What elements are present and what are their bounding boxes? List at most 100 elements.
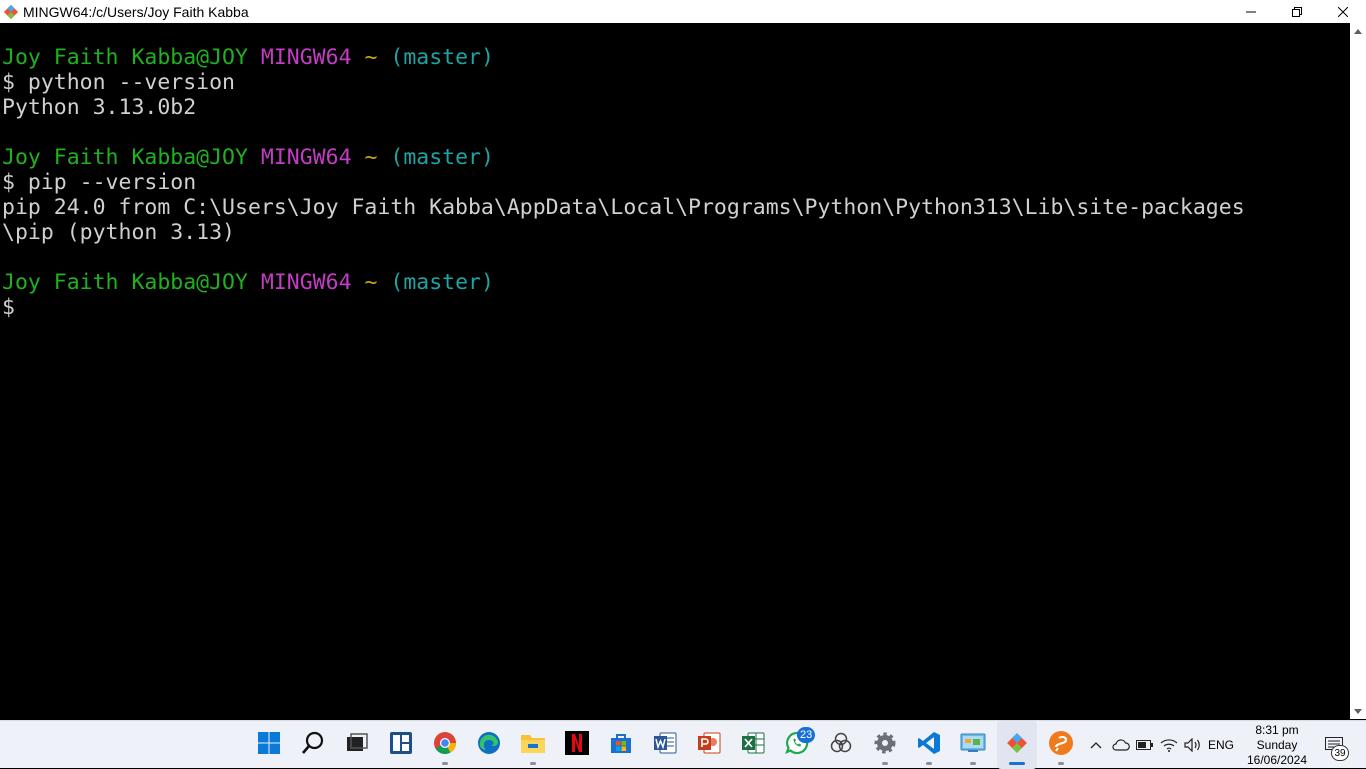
- taskbar-app-sublime[interactable]: [1041, 721, 1081, 769]
- settings-icon: [873, 731, 897, 760]
- prompt-branch: (master): [390, 145, 494, 170]
- file-explorer-icon: [520, 731, 546, 760]
- prompt-system: MINGW64: [260, 145, 352, 170]
- taskbar-app-windows-start[interactable]: [249, 721, 289, 769]
- taskbar-app-chrome[interactable]: [425, 721, 465, 769]
- widgets-icon: [389, 731, 413, 760]
- prompt-path: ~: [364, 270, 378, 295]
- running-indicator: [1009, 762, 1025, 765]
- battery-button[interactable]: [1134, 721, 1156, 769]
- prompt-branch: (master): [390, 270, 494, 295]
- battery-icon: [1136, 740, 1153, 750]
- prompt-system: MINGW64: [260, 45, 352, 70]
- taskbar-app-microsoft-store[interactable]: [601, 721, 641, 769]
- taskbar-app-netflix[interactable]: [557, 721, 597, 769]
- taskbar-app-settings[interactable]: [865, 721, 905, 769]
- taskbar-app-powerpoint[interactable]: [689, 721, 729, 769]
- taskbar-app-git-bash[interactable]: [997, 721, 1037, 769]
- running-indicator: [1058, 762, 1064, 765]
- command-text: $ pip --version: [2, 170, 197, 195]
- scroll-down-icon[interactable]: [1354, 709, 1362, 714]
- speaker-icon: [1184, 738, 1200, 752]
- chevron-up-icon: [1090, 742, 1102, 749]
- prompt-system: MINGW64: [260, 270, 352, 295]
- netflix-icon: [565, 730, 589, 760]
- terminal-line: Joy Faith Kabba@JOY MINGW64 ~ (master): [2, 145, 1350, 170]
- terminal-output[interactable]: Joy Faith Kabba@JOY MINGW64 ~ (master) $ …: [0, 23, 1350, 719]
- onedrive-button[interactable]: [1110, 721, 1132, 769]
- command-text: $: [2, 295, 15, 320]
- window-title: MINGW64:/c/Users/Joy Faith Kabba: [23, 3, 249, 20]
- windows-start-icon: [257, 731, 281, 760]
- clock-day: Sunday: [1256, 737, 1298, 752]
- terminal-line: $: [2, 295, 1350, 320]
- microsoft-store-icon: [609, 731, 633, 760]
- terminal-line: \pip (python 3.13): [2, 220, 1350, 245]
- running-indicator: [926, 762, 932, 765]
- clock-time: 8:31 pm: [1255, 722, 1299, 737]
- prompt-user-host: Joy Faith Kabba@JOY: [2, 270, 248, 295]
- taskbar-app-file-explorer[interactable]: [513, 721, 553, 769]
- edge-icon: [477, 731, 501, 760]
- powerpoint-icon: [697, 731, 721, 760]
- search-icon: [301, 731, 325, 760]
- prompt-path: ~: [364, 145, 378, 170]
- running-indicator: [442, 762, 448, 765]
- sublime-icon: [1048, 730, 1074, 761]
- command-text: $ python --version: [2, 70, 235, 95]
- terminal-line: $ pip --version: [2, 170, 1350, 195]
- running-indicator: [882, 762, 888, 765]
- excel-icon: [741, 731, 765, 760]
- vscode-icon: [917, 731, 941, 760]
- task-view-icon: [345, 731, 369, 760]
- running-indicator: [530, 762, 536, 765]
- prompt-path: ~: [364, 45, 378, 70]
- close-button[interactable]: [1320, 0, 1366, 23]
- taskbar-app-copilot[interactable]: [821, 721, 861, 769]
- language-indicator[interactable]: ENG: [1206, 721, 1236, 769]
- minimize-icon: [1246, 11, 1256, 12]
- notification-count-badge: 39: [1331, 745, 1349, 761]
- wifi-button[interactable]: [1158, 721, 1180, 769]
- terminal-line: Python 3.13.0b2: [2, 95, 1350, 120]
- copilot-icon: [829, 731, 853, 760]
- taskbar: 23 ENG 8:31 pm Sunday 16/06/2024 39: [0, 720, 1366, 769]
- terminal-line: pip 24.0 from C:\Users\Joy Faith Kabba\A…: [2, 195, 1350, 220]
- restore-button[interactable]: [1274, 0, 1320, 23]
- terminal-line: $ python --version: [2, 70, 1350, 95]
- scroll-up-icon[interactable]: [1354, 29, 1362, 34]
- taskbar-app-vscode[interactable]: [909, 721, 949, 769]
- prompt-user-host: Joy Faith Kabba@JOY: [2, 145, 248, 170]
- taskbar-app-task-view[interactable]: [337, 721, 377, 769]
- terminal-line: Joy Faith Kabba@JOY MINGW64 ~ (master): [2, 270, 1350, 295]
- terminal-line: Joy Faith Kabba@JOY MINGW64 ~ (master): [2, 45, 1350, 70]
- taskbar-app-control-panel[interactable]: [953, 721, 993, 769]
- taskbar-app-search[interactable]: [293, 721, 333, 769]
- chrome-icon: [433, 731, 457, 760]
- prompt-branch: (master): [390, 45, 494, 70]
- taskbar-app-word[interactable]: [645, 721, 685, 769]
- control-panel-icon: [960, 731, 986, 760]
- output-text: \pip (python 3.13): [2, 220, 235, 245]
- taskbar-app-excel[interactable]: [733, 721, 773, 769]
- clock-date: 16/06/2024: [1246, 752, 1308, 767]
- output-text: Python 3.13.0b2: [2, 95, 197, 120]
- window-titlebar[interactable]: MINGW64:/c/Users/Joy Faith Kabba: [0, 0, 1366, 23]
- git-bash-icon: [3, 4, 19, 19]
- volume-button[interactable]: [1182, 721, 1204, 769]
- wifi-icon: [1160, 739, 1178, 752]
- close-icon: [1338, 6, 1348, 17]
- restore-icon: [1292, 6, 1302, 17]
- cloud-icon: [1112, 739, 1130, 751]
- output-text: pip 24.0 from C:\Users\Joy Faith Kabba\A…: [2, 195, 1245, 220]
- taskbar-app-edge[interactable]: [469, 721, 509, 769]
- git-bash-icon: [1005, 731, 1029, 760]
- show-hidden-icons-button[interactable]: [1086, 721, 1106, 769]
- system-clock[interactable]: 8:31 pm Sunday 16/06/2024: [1238, 721, 1316, 769]
- taskbar-app-widgets[interactable]: [381, 721, 421, 769]
- terminal-scrollbar[interactable]: [1350, 23, 1366, 719]
- taskbar-app-whatsapp[interactable]: 23: [777, 721, 817, 769]
- minimize-button[interactable]: [1228, 0, 1274, 23]
